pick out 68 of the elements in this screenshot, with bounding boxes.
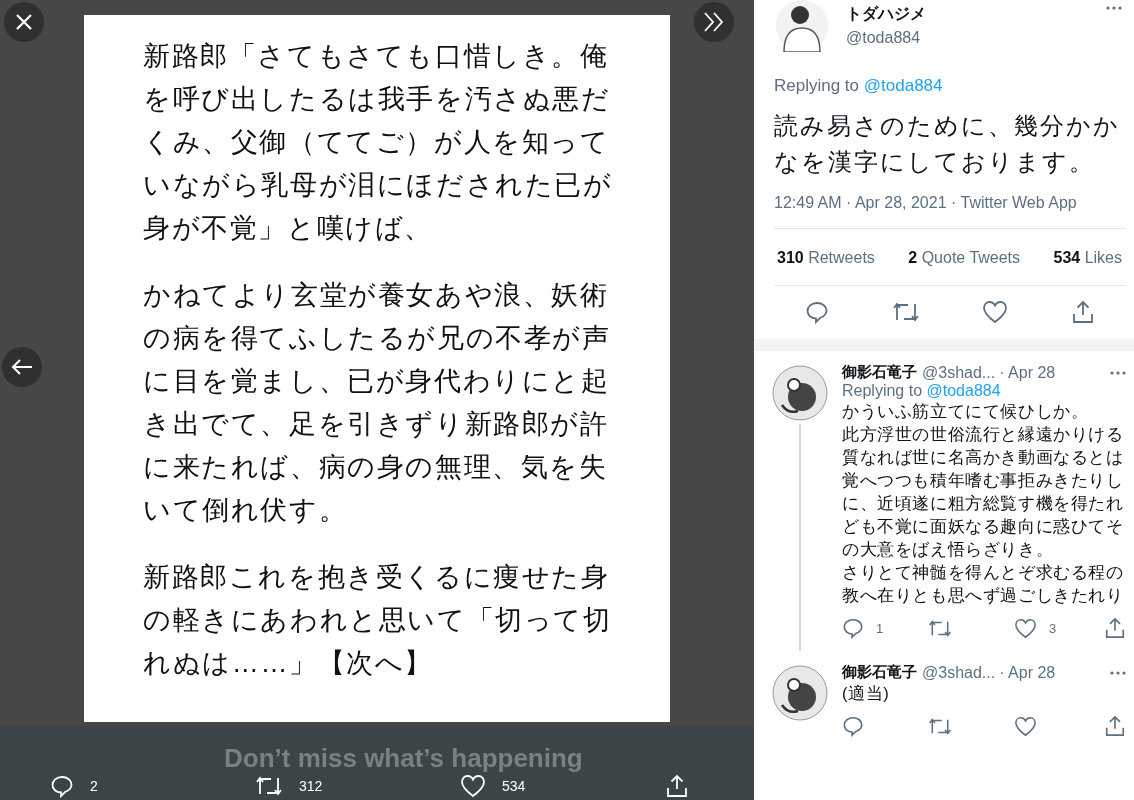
replying-to-text: Replying to @toda884: [842, 382, 1002, 400]
share-icon: [665, 774, 689, 798]
page-text-line: れぬは……」【次へ】: [143, 647, 433, 680]
comment-icon: [842, 715, 864, 737]
stat-link[interactable]: 310 Retweets: [777, 249, 875, 267]
page-text-line: くみ、父御（ててご）が人を知って: [143, 126, 610, 159]
heart-icon: [1014, 617, 1037, 639]
heart-icon: [460, 774, 486, 798]
user-handle[interactable]: @3shad...: [922, 663, 996, 682]
like-button[interactable]: 534: [460, 772, 665, 800]
page-text-line: き出でて、足を引きずり新路郎が許: [143, 408, 609, 441]
page-text-line: の軽きにあわれと思いて「切って切: [143, 604, 612, 637]
comment-icon: [805, 300, 830, 324]
share-icon: [1070, 300, 1095, 324]
page-text-line: いて倒れ伏す。: [143, 494, 348, 527]
page-text-line: 身が不覚」と嘆けば、: [143, 212, 433, 245]
reply-button[interactable]: 2: [50, 772, 255, 800]
heart-icon: [982, 300, 1009, 324]
more-icon: [1106, 6, 1122, 10]
page-text-line: いながら乳母が泪にほだされた已が: [143, 169, 613, 202]
user-handle[interactable]: @toda884: [846, 29, 1102, 47]
double-chevron-icon: [702, 11, 726, 33]
banner-title: Don’t miss what’s happening: [224, 744, 583, 772]
share-icon: [1104, 715, 1126, 737]
share-icon: [1104, 617, 1126, 639]
close-icon: [14, 12, 34, 32]
reply-text: (適当): [842, 683, 891, 704]
page-text-line: の病を得てふしたるが兄の不孝が声: [143, 322, 611, 355]
more-icon: [1110, 670, 1126, 675]
reply-date[interactable]: · Apr 28: [999, 663, 1056, 682]
avatar[interactable]: [772, 665, 828, 721]
like-button[interactable]: 3: [1014, 615, 1100, 641]
retweet-icon: [891, 300, 920, 324]
avatar[interactable]: [772, 365, 828, 421]
share-button[interactable]: [665, 772, 689, 800]
more-icon: [1110, 370, 1126, 375]
stat-link[interactable]: 534 Likes: [1053, 249, 1122, 267]
page-text-line: に来たれば、病の身の無理、気を失: [143, 451, 608, 484]
page-text-line: 新路郎「さてもさても口惜しき。俺: [143, 40, 609, 73]
reply-date[interactable]: · Apr 28: [999, 363, 1056, 382]
close-button[interactable]: [4, 2, 44, 42]
tweet-text: 読み易さのために、幾分かかなを漢字にしております。: [774, 111, 1121, 177]
expand-button[interactable]: [694, 2, 734, 42]
retweet-button[interactable]: 312: [255, 772, 460, 800]
retweet-icon: [255, 774, 283, 798]
page-text-line: を呼び出したるは我手を汚さぬ悪だ: [143, 83, 611, 116]
avatar[interactable]: [776, 0, 828, 52]
page-text-line: 新路郎これを抱き受くるに痩せた身: [143, 561, 610, 594]
reply-text: さりとて神髄を得んとぞ求むる程の教へ在りとも思へず過ごしきたれり: [842, 562, 1124, 607]
user-name[interactable]: 御影石竜子: [842, 663, 917, 682]
user-name[interactable]: トダハジメ: [846, 4, 1102, 25]
reply-text: かういふ筋立てにて候ひしか。: [842, 401, 1090, 422]
user-name[interactable]: 御影石竜子: [842, 363, 917, 382]
page-text-line: に目を覚まし、已が身代わりにと起: [143, 365, 610, 398]
share-button[interactable]: [1104, 713, 1126, 739]
page-text-line: かねてより玄堂が養女あや浪、妖術: [143, 279, 609, 312]
stat-link[interactable]: 2 Quote Tweets: [908, 249, 1021, 267]
reply-button[interactable]: 1: [842, 615, 928, 641]
tweet-timestamp: 12:49 AM · Apr 28, 2021 · Twitter Web App: [774, 194, 1126, 229]
previous-button[interactable]: [2, 347, 42, 387]
share-button[interactable]: [1104, 615, 1126, 641]
comment-icon: [842, 617, 864, 639]
heart-icon: [1014, 715, 1037, 737]
comment-icon: [50, 774, 74, 798]
user-handle[interactable]: @3shad...: [922, 363, 996, 382]
replying-to-text: Replying to @toda884: [774, 76, 944, 96]
reply-text: 此方浮世の世俗流行と縁遠かりける質なれば世に名高かき動画なるとは覚へつつも積年嗜む事拒みきたりしに、近頃遂に粗方総覧す機を得たれども不覚に面妖なる趣向に惑ひてその大意をばえ悟らざりき。: [842, 424, 1124, 560]
left-arrow-icon: [11, 358, 33, 376]
